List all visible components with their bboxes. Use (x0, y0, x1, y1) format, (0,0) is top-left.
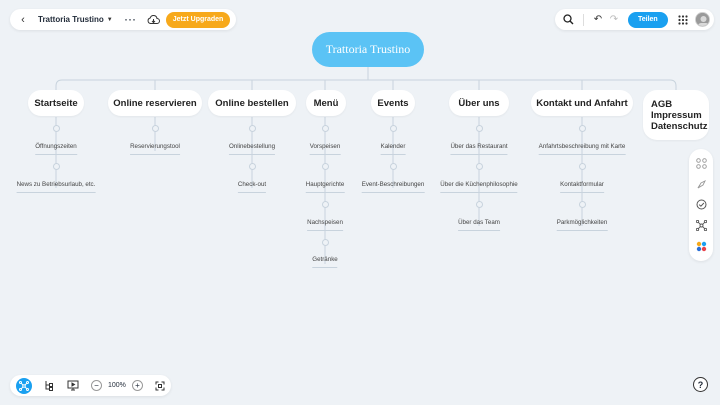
mindmap-structure-icon[interactable] (695, 220, 707, 232)
branch-node-startseite[interactable]: Startseite (28, 90, 84, 116)
avatar[interactable] (694, 12, 710, 27)
connector-dot (579, 201, 586, 208)
leaf-node[interactable]: Öffnungszeiten (35, 143, 77, 155)
leaf-node[interactable]: Onlinebestellung (228, 143, 276, 155)
connector-dot (322, 239, 329, 246)
root-node[interactable]: Trattoria Trustino (312, 32, 424, 67)
leaf-node[interactable]: Nachspeisen (307, 219, 343, 231)
leaf-node[interactable]: Getränke (312, 256, 338, 268)
connector-dot (53, 125, 60, 132)
leaf-node[interactable]: Über das Team (458, 219, 500, 231)
leaf-node[interactable]: Event-Beschreibungen (361, 181, 425, 193)
help-icon[interactable]: ? (693, 377, 708, 392)
branch-node-ueber-uns[interactable]: Über uns (449, 90, 509, 116)
right-tool-panel (689, 149, 713, 261)
redo-icon[interactable]: ↷ (608, 14, 620, 25)
undo-icon[interactable]: ↶ (592, 14, 604, 25)
divider (583, 13, 584, 26)
connector-dot (322, 125, 329, 132)
leaf-node[interactable]: Check-out (237, 181, 267, 193)
connector-dot (579, 125, 586, 132)
connector-dot (390, 163, 397, 170)
upgrade-button[interactable]: Jetzt Upgraden (165, 11, 231, 28)
layout-icon[interactable] (695, 158, 707, 169)
zoom-out-button[interactable]: − (91, 380, 102, 391)
color-palette-icon[interactable] (696, 241, 707, 252)
leaf-node[interactable]: Reservierungstool (130, 143, 180, 155)
top-left-toolbar: ‹ Trattoria Trustino ▼ ··· Jetzt Upgrade… (10, 9, 237, 30)
style-brush-icon[interactable] (696, 179, 707, 190)
presentation-icon[interactable] (67, 380, 79, 391)
leaf-node[interactable]: News zu Betriebsurlaub, etc. (16, 181, 96, 193)
more-horizontal-icon[interactable]: ··· (125, 15, 137, 25)
cloud-sync-icon[interactable] (147, 14, 160, 25)
connector-dot (53, 163, 60, 170)
leaf-node[interactable]: Hauptgerichte (305, 181, 345, 193)
outline-tree-icon[interactable] (44, 380, 55, 391)
branch-node-kontakt-und-anfahrt[interactable]: Kontakt und Anfahrt (531, 90, 633, 116)
branch-node-agb-impressum-datenschutz[interactable]: AGB Impressum Datenschutz (643, 90, 709, 140)
leaf-node[interactable]: Über die Küchenphilosophie (440, 181, 518, 193)
chevron-down-icon[interactable]: ▼ (107, 17, 113, 23)
bottom-toolbar: − 100% + (10, 375, 171, 396)
connector-dot (249, 125, 256, 132)
leaf-node[interactable]: Anfahrtsbeschreibung mit Karte (538, 143, 626, 155)
connector-dot (476, 163, 483, 170)
grid-icon[interactable] (678, 14, 688, 25)
search-icon[interactable] (561, 14, 575, 25)
leaf-node[interactable]: Parkmöglichkeiten (556, 219, 608, 231)
connector-dot (476, 201, 483, 208)
connector-dot (390, 125, 397, 132)
leaf-node[interactable]: Über das Restaurant (450, 143, 508, 155)
connector-dot (322, 163, 329, 170)
zoom-in-button[interactable]: + (131, 380, 143, 391)
connector-dot (322, 201, 329, 208)
map-title[interactable]: Trattoria Trustino (38, 15, 104, 24)
connector-dot (579, 163, 586, 170)
chevron-left-icon[interactable]: ‹ (18, 14, 28, 26)
leaf-node[interactable]: Kalender (380, 143, 406, 155)
connector-dot (476, 125, 483, 132)
leaf-node[interactable]: Kontaktformular (560, 181, 604, 193)
mindmap-view-button[interactable] (16, 377, 32, 394)
zoom-level: 100% (108, 382, 126, 389)
share-button[interactable]: Teilen (628, 11, 668, 28)
connector-dot (152, 125, 159, 132)
branch-node-menue[interactable]: Menü (306, 90, 346, 116)
branch-node-events[interactable]: Events (371, 90, 415, 116)
top-right-toolbar: ↶ ↷ Teilen (555, 9, 714, 30)
checkmark-circle-icon[interactable] (696, 199, 707, 210)
leaf-node[interactable]: Vorspeisen (309, 143, 341, 155)
connector-dot (249, 163, 256, 170)
branch-node-online-reservieren[interactable]: Online reservieren (108, 90, 202, 116)
fit-to-screen-icon[interactable] (155, 381, 165, 391)
branch-node-online-bestellen[interactable]: Online bestellen (208, 90, 296, 116)
